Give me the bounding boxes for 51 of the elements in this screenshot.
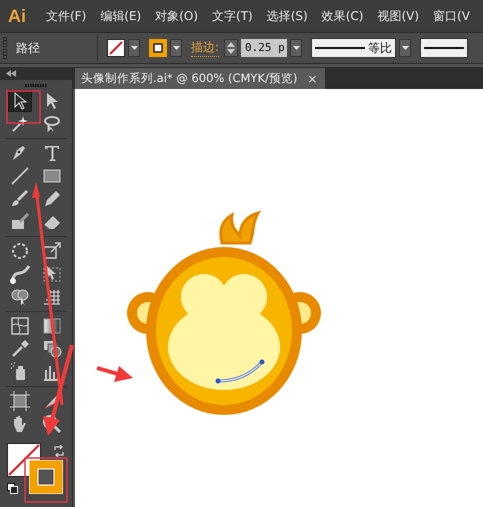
document-tab[interactable]: 头像制作系列.ai* @ 600% (CMYK/预览) ×: [75, 68, 326, 89]
tool-button[interactable]: [8, 90, 32, 112]
stroke-line-icon: [315, 46, 366, 50]
lasso-icon: [41, 113, 63, 135]
fill-swatch-icon: [107, 39, 125, 57]
dropdown-button[interactable]: [290, 39, 302, 57]
mesh-tool-icon: [9, 315, 31, 337]
menu-item[interactable]: 视图(V): [377, 8, 420, 24]
swap-arrows-icon: [53, 445, 65, 457]
default-colors-icon: [7, 483, 18, 494]
menu-item[interactable]: 对象(O): [155, 8, 198, 24]
stroke-link[interactable]: 描边:: [191, 39, 220, 57]
object-type-label: 路径: [16, 40, 41, 56]
artboard-tool-icon: [9, 390, 31, 412]
caret-icon: [130, 46, 138, 50]
menu-item[interactable]: 编辑(E): [100, 8, 142, 24]
menu-item[interactable]: 文件(F): [46, 8, 86, 24]
stroke-swatch-icon: [29, 460, 63, 494]
tool-button[interactable]: [8, 390, 32, 412]
variable-width-profile-field[interactable]: 等比: [311, 38, 396, 58]
brush-definition-field[interactable]: [420, 38, 468, 58]
stroke-swatch-icon: [149, 39, 167, 57]
caret-icon: [172, 46, 180, 50]
dropdown-button[interactable]: [399, 39, 412, 57]
stroke-line-icon: [424, 46, 464, 50]
annotation-arrow: [96, 366, 133, 382]
rotate-tool-icon: [9, 240, 31, 262]
stepper-button[interactable]: [224, 39, 238, 57]
close-button[interactable]: ×: [307, 72, 318, 86]
menu-item[interactable]: 选择(S): [266, 8, 308, 24]
collapse-icon: [6, 70, 16, 77]
highlight-frame: [6, 90, 41, 124]
menu-item[interactable]: 文字(T): [212, 8, 253, 24]
profile-label: 等比: [368, 40, 392, 56]
caret-icon: [292, 46, 300, 50]
line-segment-icon: [9, 165, 31, 187]
app-logo: Ai: [8, 6, 26, 26]
dropdown-button[interactable]: [170, 39, 182, 57]
document-title: 头像制作系列.ai* @ 600% (CMYK/预览): [81, 71, 298, 86]
menu-item[interactable]: 窗口(V: [433, 8, 470, 24]
dropdown-button[interactable]: [128, 39, 140, 57]
grip-icon: [3, 37, 7, 59]
grip-icon: [25, 84, 47, 87]
highlight-frame: [24, 457, 68, 503]
caret-icon: [402, 46, 409, 50]
stepper-arrows-icon: [227, 41, 236, 55]
warp-tool-icon: [9, 263, 31, 285]
stroke-weight-field[interactable]: 0.25 p: [241, 39, 288, 57]
menu-item[interactable]: 效果(C): [322, 8, 364, 24]
blend-tool-icon: [41, 338, 63, 360]
tool-button[interactable]: [8, 263, 32, 285]
